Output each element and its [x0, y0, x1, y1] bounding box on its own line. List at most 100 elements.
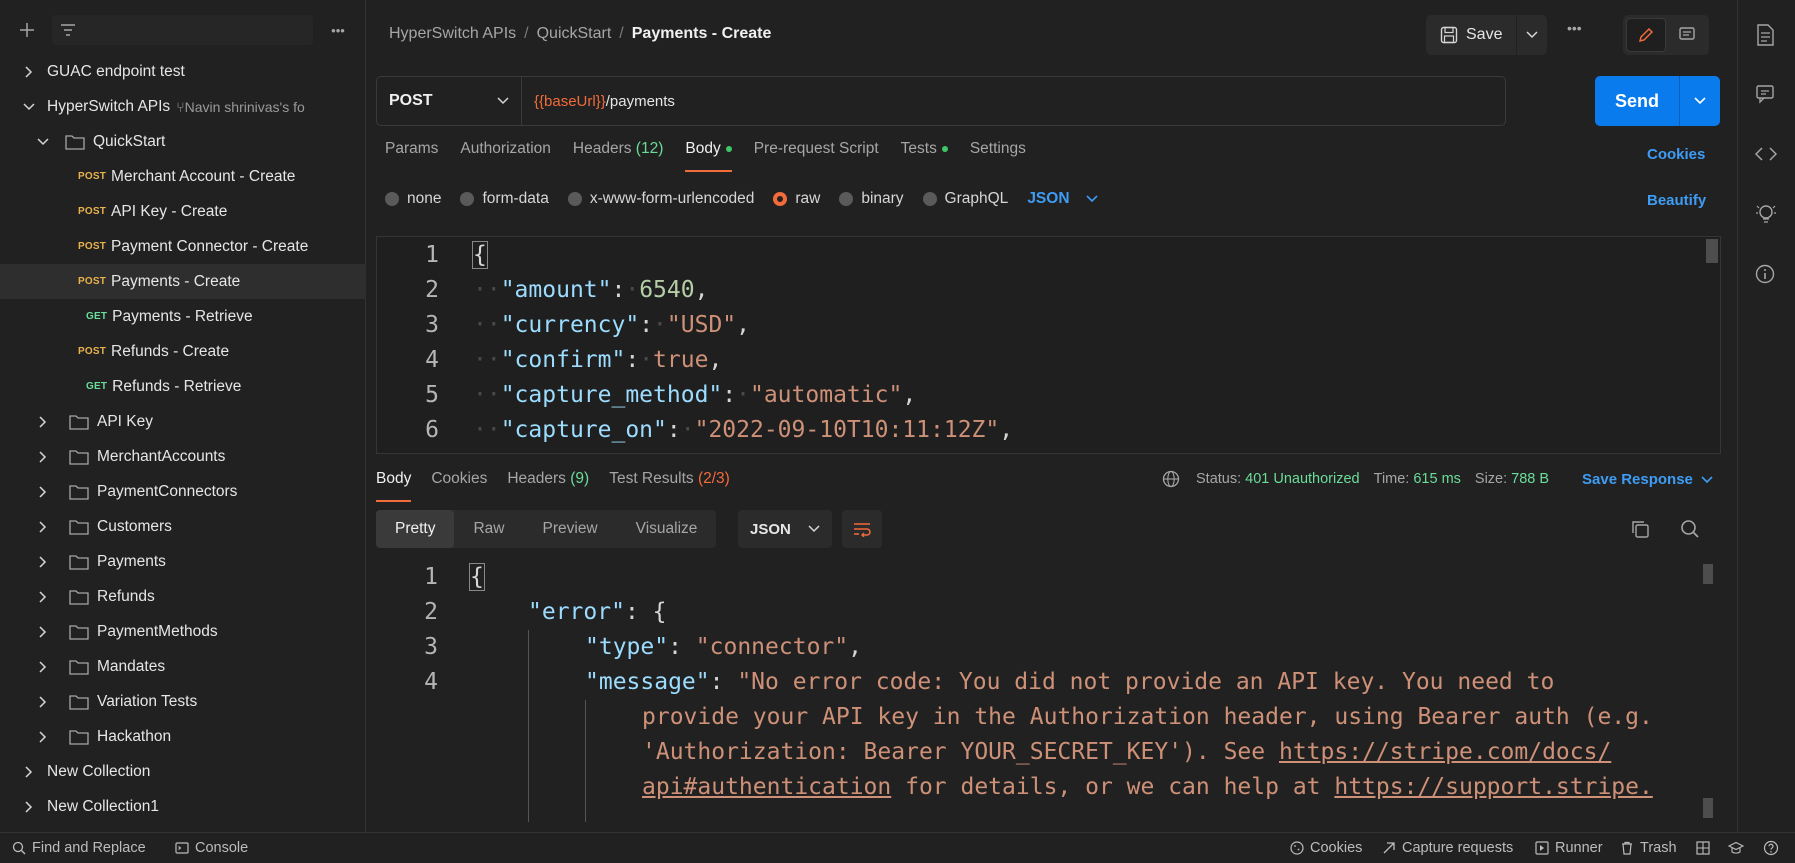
- tab-authorization[interactable]: Authorization: [460, 140, 550, 172]
- chevron-right-icon[interactable]: [22, 800, 36, 814]
- request-editor-scrollbar[interactable]: [1706, 239, 1718, 263]
- request-body-editor[interactable]: 1{ 2 ··"amount":·6540, 3 ··"currency":·"US…: [376, 236, 1721, 454]
- response-body-viewer[interactable]: 1{ 2 "error": { 3 "type": "connector", 4 "m…: [376, 560, 1721, 822]
- radio-graphql[interactable]: GraphQL: [922, 190, 1008, 208]
- chevron-right-icon[interactable]: [36, 555, 50, 569]
- collection-guac-endpoint-test[interactable]: GUAC endpoint test: [0, 54, 366, 89]
- request-more-button[interactable]: •••: [1567, 20, 1582, 36]
- send-button[interactable]: Send: [1595, 76, 1680, 126]
- console-button[interactable]: Console: [175, 840, 248, 856]
- documentation-icon[interactable]: [1755, 24, 1775, 46]
- search-icon[interactable]: [1680, 519, 1700, 539]
- folder-paymentconnectors[interactable]: PaymentConnectors: [0, 474, 366, 509]
- chevron-right-icon[interactable]: [36, 625, 50, 639]
- response-scrollbar-top[interactable]: [1703, 564, 1713, 584]
- page-title[interactable]: Payments - Create: [632, 25, 772, 42]
- breadcrumb-folder[interactable]: QuickStart: [537, 25, 612, 42]
- radio-none[interactable]: none: [385, 190, 441, 208]
- globe-icon[interactable]: [1162, 470, 1180, 488]
- find-replace-button[interactable]: Find and Replace: [12, 840, 146, 856]
- tab-response-cookies[interactable]: Cookies: [431, 470, 487, 502]
- request-api-key-create[interactable]: POST API Key - Create: [0, 194, 366, 229]
- capture-requests-button[interactable]: Capture requests: [1382, 840, 1513, 856]
- edit-pencil-icon[interactable]: [1626, 18, 1666, 52]
- save-button[interactable]: Save: [1426, 15, 1518, 55]
- runner-button[interactable]: Runner: [1535, 840, 1603, 856]
- folder-api-key[interactable]: API Key: [0, 404, 366, 439]
- method-select[interactable]: POST: [377, 77, 522, 125]
- folder-merchantaccounts[interactable]: MerchantAccounts: [0, 439, 366, 474]
- comments-icon[interactable]: [1668, 18, 1706, 52]
- request-merchant-account-create[interactable]: POST Merchant Account - Create: [0, 159, 366, 194]
- radio-raw[interactable]: raw: [773, 190, 820, 208]
- view-visualize-button[interactable]: Visualize: [617, 510, 717, 548]
- collection-hyperswitch-apis[interactable]: HyperSwitch APIs ⑂Navin shrinivas's fo: [0, 89, 366, 124]
- copy-icon[interactable]: [1630, 519, 1650, 539]
- help-icon[interactable]: [1763, 840, 1779, 856]
- url-input[interactable]: {{baseUrl}}/payments: [522, 77, 1505, 125]
- tab-pre-request-script[interactable]: Pre-request Script: [754, 140, 879, 172]
- view-pretty-button[interactable]: Pretty: [376, 510, 455, 548]
- chevron-right-icon[interactable]: [36, 415, 50, 429]
- tab-settings[interactable]: Settings: [970, 140, 1026, 172]
- folder-mandates[interactable]: Mandates: [0, 649, 366, 684]
- chevron-right-icon[interactable]: [36, 485, 50, 499]
- layout-grid-icon[interactable]: [1696, 841, 1710, 855]
- chevron-right-icon[interactable]: [22, 65, 36, 79]
- filter-icon[interactable]: [60, 23, 76, 37]
- folder-payments[interactable]: Payments: [0, 544, 366, 579]
- size-value[interactable]: 788 B: [1511, 471, 1549, 487]
- sidebar-filter-input[interactable]: [52, 15, 313, 45]
- sidebar-more-icon[interactable]: •••: [323, 15, 353, 45]
- tab-tests[interactable]: Tests: [901, 140, 948, 172]
- folder-hackathon[interactable]: Hackathon: [0, 719, 366, 754]
- collection-new-collection[interactable]: New Collection: [0, 754, 366, 789]
- chevron-right-icon[interactable]: [22, 765, 36, 779]
- cookies-button[interactable]: Cookies: [1290, 840, 1362, 856]
- breadcrumb-collection[interactable]: HyperSwitch APIs: [389, 25, 516, 42]
- save-options-chevron-down-icon[interactable]: [1517, 15, 1547, 55]
- send-options-chevron-down-icon[interactable]: [1680, 76, 1720, 126]
- cookies-link[interactable]: Cookies: [1647, 146, 1705, 163]
- radio-binary[interactable]: binary: [839, 190, 904, 208]
- chevron-right-icon[interactable]: [36, 695, 50, 709]
- tab-params[interactable]: Params: [385, 140, 438, 172]
- chevron-right-icon[interactable]: [36, 520, 50, 534]
- folder-customers[interactable]: Customers: [0, 509, 366, 544]
- tab-headers[interactable]: Headers (12): [573, 140, 663, 172]
- request-payments-retrieve[interactable]: GET Payments - Retrieve: [0, 299, 366, 334]
- folder-variation-tests[interactable]: Variation Tests: [0, 684, 366, 719]
- request-refunds-create[interactable]: POST Refunds - Create: [0, 334, 366, 369]
- stripe-support-link[interactable]: https://support.stripe.: [1334, 774, 1653, 800]
- folder-quickstart[interactable]: QuickStart: [0, 124, 366, 159]
- response-scrollbar-bottom[interactable]: [1703, 798, 1713, 818]
- request-refunds-retrieve[interactable]: GET Refunds - Retrieve: [0, 369, 366, 404]
- tab-response-headers[interactable]: Headers (9): [507, 470, 589, 502]
- save-response-button[interactable]: Save Response: [1582, 471, 1713, 488]
- folder-refunds[interactable]: Refunds: [0, 579, 366, 614]
- tab-response-body[interactable]: Body: [376, 470, 412, 502]
- info-icon[interactable]: [1755, 264, 1775, 284]
- stripe-docs-link[interactable]: https://stripe.com/docs/: [1279, 739, 1611, 765]
- view-raw-button[interactable]: Raw: [454, 510, 523, 548]
- learning-cap-icon[interactable]: [1728, 841, 1744, 855]
- folder-paymentmethods[interactable]: PaymentMethods: [0, 614, 366, 649]
- response-format-select[interactable]: JSON: [738, 510, 832, 548]
- radio-urlencoded[interactable]: x-www-form-urlencoded: [567, 190, 754, 208]
- comments-icon[interactable]: [1755, 84, 1775, 104]
- collection-new-collection1[interactable]: New Collection1: [0, 789, 366, 824]
- wrap-lines-icon[interactable]: [842, 510, 882, 548]
- chevron-right-icon[interactable]: [36, 660, 50, 674]
- tab-test-results[interactable]: Test Results (2/3): [609, 470, 730, 502]
- chevron-down-icon[interactable]: [36, 135, 50, 149]
- chevron-right-icon[interactable]: [36, 590, 50, 604]
- request-payment-connector-create[interactable]: POST Payment Connector - Create: [0, 229, 366, 264]
- code-snippet-icon[interactable]: [1755, 145, 1777, 163]
- chevron-right-icon[interactable]: [36, 730, 50, 744]
- chevron-right-icon[interactable]: [36, 450, 50, 464]
- radio-form-data[interactable]: form-data: [460, 190, 549, 208]
- time-value[interactable]: 615 ms: [1413, 471, 1461, 487]
- stripe-docs-link-continued[interactable]: api#authentication: [642, 774, 891, 800]
- lightbulb-icon[interactable]: [1755, 203, 1777, 225]
- tab-body[interactable]: Body: [685, 140, 733, 172]
